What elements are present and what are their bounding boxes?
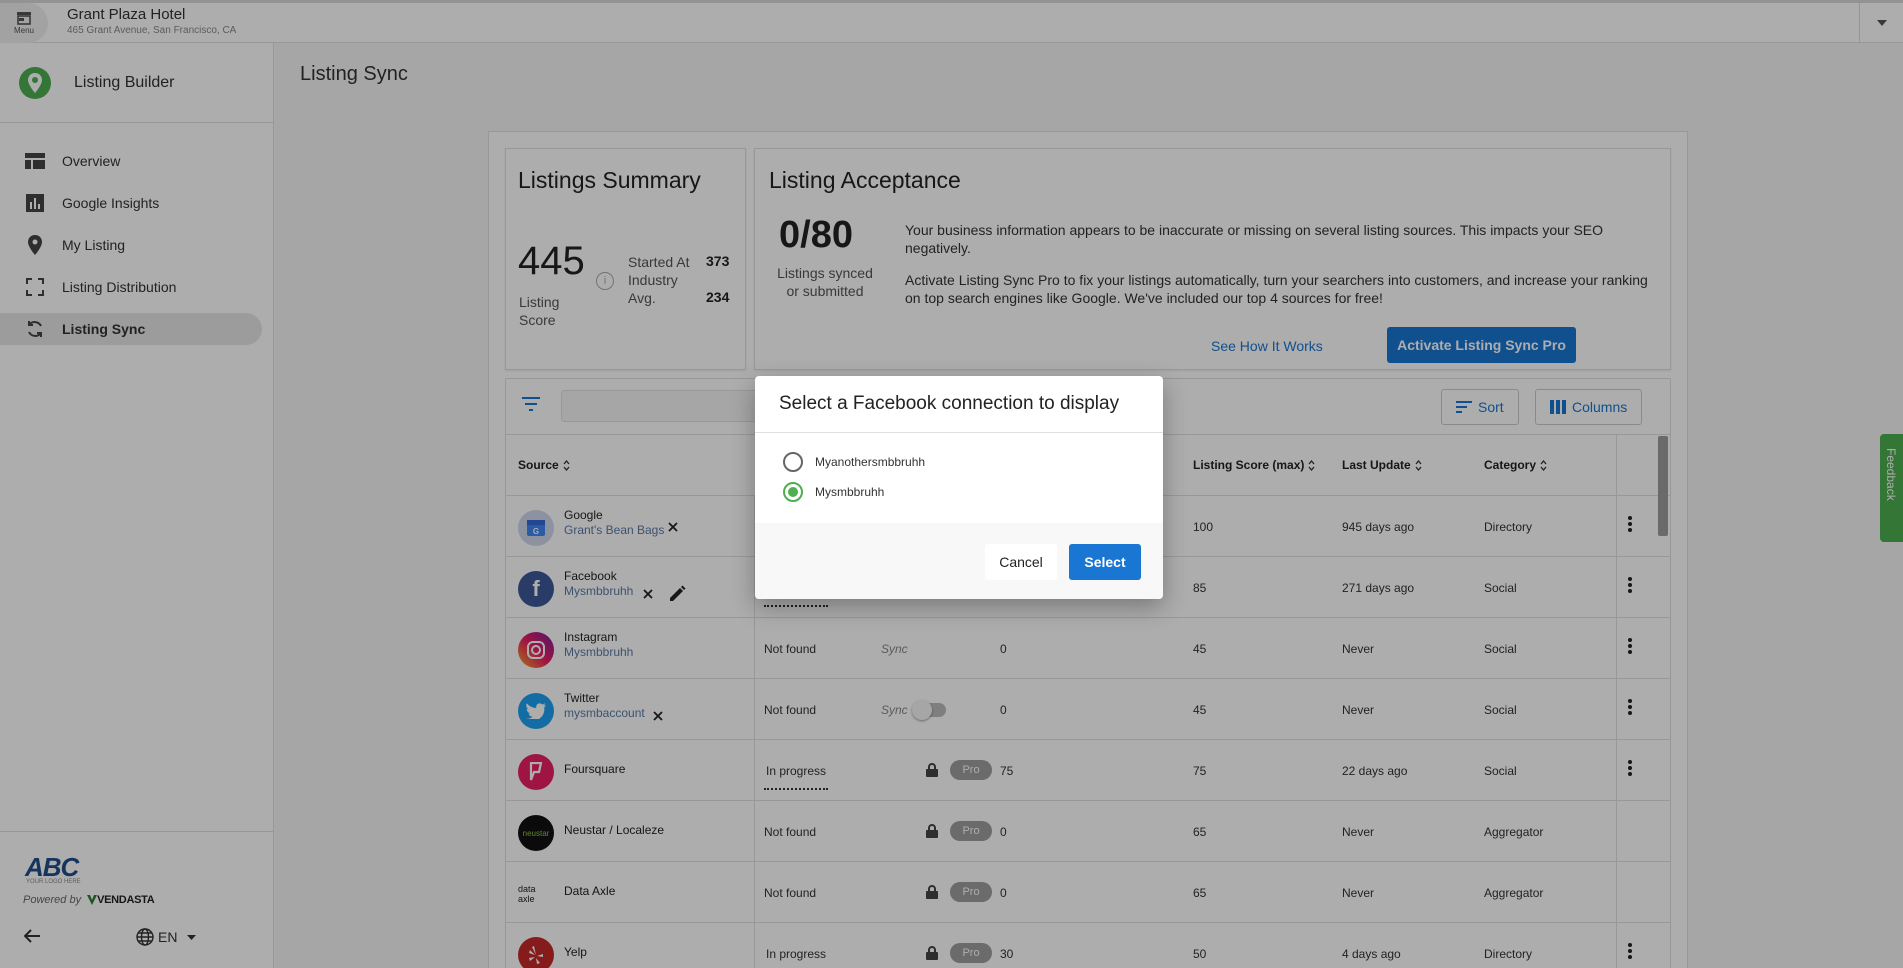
dialog-title: Select a Facebook connection to display: [779, 393, 1120, 414]
connection-option[interactable]: Myanothersmbbruhh: [783, 452, 925, 472]
radio-button[interactable]: [783, 452, 803, 472]
dialog-actions: Cancel Select: [755, 523, 1163, 599]
connection-option[interactable]: Mysmbbruhh: [783, 482, 884, 502]
connection-option-label: Mysmbbruhh: [815, 485, 885, 499]
select-button[interactable]: Select: [1069, 544, 1141, 580]
radio-button[interactable]: [783, 482, 803, 502]
connection-option-label: Myanothersmbbruhh: [815, 455, 926, 469]
facebook-connection-dialog: Select a Facebook connection to display …: [755, 376, 1163, 599]
dialog-divider: [755, 432, 1163, 433]
cancel-button[interactable]: Cancel: [985, 544, 1057, 580]
